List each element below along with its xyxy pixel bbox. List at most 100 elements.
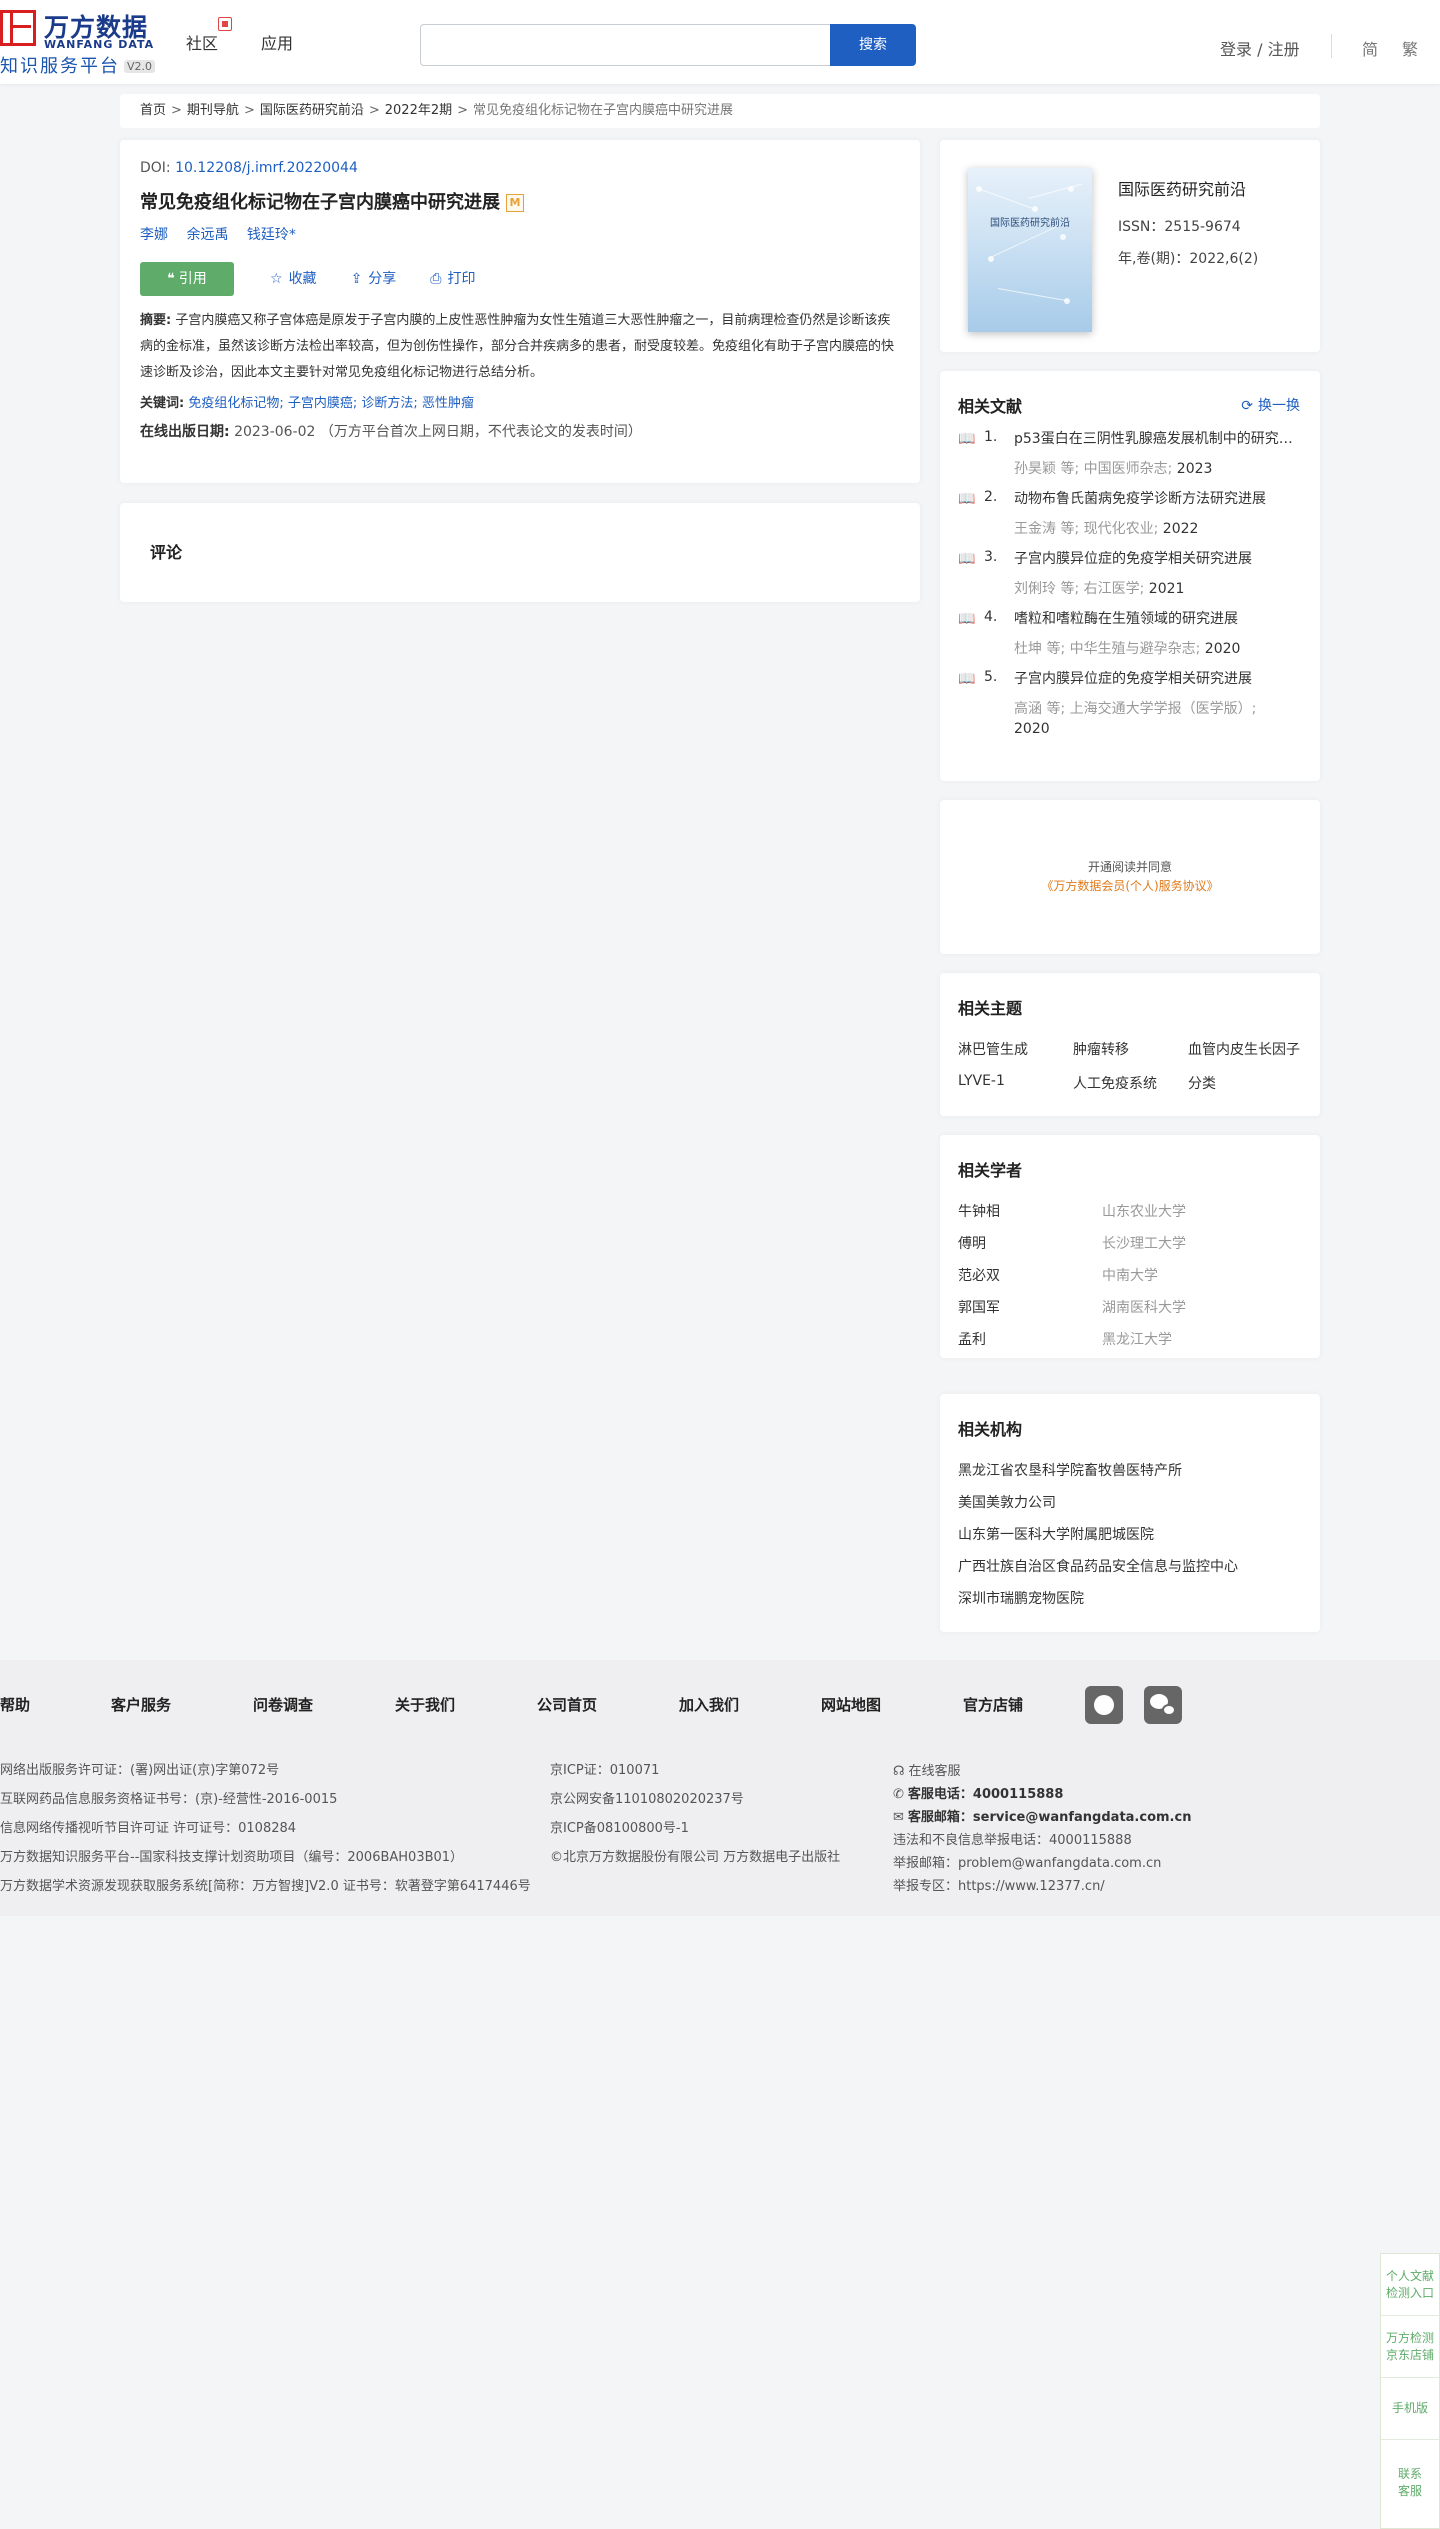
- institution-link[interactable]: 美国美敦力公司: [958, 1492, 1302, 1512]
- institution-link[interactable]: 广西壮族自治区食品药品安全信息与监控中心: [958, 1556, 1302, 1576]
- favorite-label: 收藏: [288, 271, 317, 287]
- institution-link[interactable]: 黑龙江省农垦科学院畜牧兽医特产所: [958, 1460, 1302, 1480]
- scholar-name[interactable]: 傅明: [958, 1233, 986, 1253]
- report-zone[interactable]: 举报专区：https://www.12377.cn/: [893, 1875, 1191, 1898]
- topic-link[interactable]: 人工免疫系统: [1073, 1073, 1188, 1093]
- icp-line[interactable]: 京ICP证：010071: [550, 1756, 840, 1785]
- footer-link-about[interactable]: 关于我们: [395, 1694, 455, 1715]
- header-divider: [1331, 34, 1332, 58]
- search-button[interactable]: 搜索: [830, 24, 916, 66]
- article-card: DOI: 10.12208/j.imrf.20220044 常见免疫组化标记物在…: [120, 140, 920, 483]
- related-year: 2022: [1162, 521, 1199, 537]
- report-phone: 违法和不良信息举报电话：4000115888: [893, 1833, 1132, 1848]
- related-item-title[interactable]: 子宫内膜异位症的免疫学相关研究进展: [1014, 669, 1302, 689]
- float-contact[interactable]: 联系客服: [1381, 2440, 1439, 2526]
- footer-link-survey[interactable]: 问卷调查: [253, 1694, 313, 1715]
- wanfang-logo[interactable]: 万方数据 WANFANG DATA 知识服务平台 V2.0: [0, 6, 160, 77]
- scholar-org[interactable]: 山东农业大学: [1102, 1201, 1186, 1221]
- related-item[interactable]: 📖 4. 嗜粒和嗜粒酶在生殖领域的研究进展 杜坤 等; 中华生殖与避孕杂志; 20…: [958, 609, 1302, 659]
- scholar-org[interactable]: 长沙理工大学: [1102, 1233, 1186, 1253]
- report-email: 举报邮箱：problem@wanfangdata.com.cn: [893, 1856, 1162, 1871]
- institution-link[interactable]: 深圳市瑞鹏宠物医院: [958, 1588, 1302, 1608]
- topic-link[interactable]: 血管内皮生长因子: [1188, 1039, 1303, 1059]
- scholar-name[interactable]: 范必双: [958, 1265, 1000, 1285]
- breadcrumb-journal-nav[interactable]: 期刊导航: [187, 103, 239, 118]
- lang-traditional[interactable]: 繁: [1402, 36, 1418, 60]
- author-link[interactable]: 钱廷玲*: [247, 227, 296, 243]
- topic-link[interactable]: 淋巴管生成: [958, 1039, 1073, 1059]
- weibo-icon[interactable]: [1085, 1686, 1123, 1724]
- icp-line[interactable]: 京公网安备11010802020237号: [550, 1785, 840, 1814]
- email-value[interactable]: service@wanfangdata.com.cn: [973, 1810, 1192, 1825]
- related-item[interactable]: 📖 5. 子宫内膜异位症的免疫学相关研究进展 高涵 等; 上海交通大学学报（医学版…: [958, 669, 1302, 739]
- institution-link[interactable]: 山东第一医科大学附属肥城医院: [958, 1524, 1302, 1544]
- scholar-name[interactable]: 牛钟相: [958, 1201, 1000, 1221]
- share-button[interactable]: ⇪ 分享: [351, 262, 397, 296]
- favorite-button[interactable]: ☆ 收藏: [270, 262, 317, 296]
- refresh-button[interactable]: ⟳ 换一换: [1241, 395, 1300, 415]
- scholar-name[interactable]: 郭国军: [958, 1297, 1000, 1317]
- book-icon: 📖: [958, 431, 976, 447]
- nav-apps[interactable]: 应用: [261, 30, 293, 54]
- related-num: 1.: [984, 429, 998, 445]
- related-scholars: 相关学者 牛钟相 山东农业大学 傅明 长沙理工大学 范必双 中南大学 郭国军 湖南医科大…: [940, 1135, 1320, 1358]
- print-button[interactable]: ⎙ 打印: [430, 262, 475, 296]
- icp-line[interactable]: 京ICP备08100800号-1: [550, 1814, 840, 1843]
- float-check-entry[interactable]: 个人文献检测入口: [1381, 2254, 1439, 2316]
- agreement-link[interactable]: 《万方数据会员(个人)服务协议》: [940, 877, 1320, 894]
- author-link[interactable]: 李娜: [140, 227, 168, 243]
- related-item-meta: 高涵 等; 上海交通大学学报（医学版）; 2020: [1014, 699, 1302, 739]
- related-year: 2021: [1148, 581, 1185, 597]
- scholar-org[interactable]: 黑龙江大学: [1102, 1329, 1172, 1349]
- author-link[interactable]: 余远禹: [186, 227, 228, 243]
- related-item-title[interactable]: 嗜粒和嗜粒酶在生殖领域的研究进展: [1014, 609, 1302, 629]
- footer-link-sitemap[interactable]: 网站地图: [821, 1694, 881, 1715]
- breadcrumb-issue[interactable]: 2022年2期: [385, 103, 452, 118]
- footer-link-help[interactable]: 帮助: [0, 1694, 30, 1715]
- scholar-name[interactable]: 孟利: [958, 1329, 986, 1349]
- related-journal: 现代化农业;: [1083, 521, 1159, 537]
- breadcrumb-home[interactable]: 首页: [140, 103, 166, 118]
- footer-link-join[interactable]: 加入我们: [679, 1694, 739, 1715]
- topic-link[interactable]: LYVE-1: [958, 1073, 1073, 1093]
- search-input[interactable]: [420, 24, 830, 66]
- footer-link-company[interactable]: 公司首页: [537, 1694, 597, 1715]
- footer-link-service[interactable]: 客户服务: [111, 1694, 171, 1715]
- wechat-icon[interactable]: [1144, 1686, 1182, 1724]
- keyword-link[interactable]: 诊断方法;: [361, 396, 417, 411]
- topic-link[interactable]: 分类: [1188, 1073, 1303, 1093]
- journal-cover[interactable]: 国际医药研究前沿: [968, 168, 1092, 332]
- related-item[interactable]: 📖 2. 动物布鲁氏菌病免疫学诊断方法研究进展 王金涛 等; 现代化农业; 202…: [958, 489, 1302, 539]
- topic-link[interactable]: 肿瘤转移: [1073, 1039, 1188, 1059]
- scholar-org[interactable]: 湖南医科大学: [1102, 1297, 1186, 1317]
- nav-community[interactable]: 社区: [186, 30, 218, 54]
- related-num: 2.: [984, 489, 998, 505]
- footer-link-store[interactable]: 官方店铺: [963, 1694, 1023, 1715]
- journal-name[interactable]: 国际医药研究前沿: [1118, 176, 1246, 200]
- float-mobile[interactable]: 手机版: [1381, 2378, 1439, 2440]
- doi-link[interactable]: 10.12208/j.imrf.20220044: [175, 160, 358, 176]
- related-item-title[interactable]: 子宫内膜异位症的免疫学相关研究进展: [1014, 549, 1302, 569]
- related-item[interactable]: 📖 1. p53蛋白在三阴性乳腺癌发展机制中的研究进展 孙昊颖 等; 中国医师杂志…: [958, 429, 1302, 479]
- phone-icon: ✆: [893, 1787, 904, 1802]
- float-jd-store[interactable]: 万方检测京东店铺: [1381, 2316, 1439, 2378]
- share-icon: ⇪: [350, 271, 363, 287]
- keyword-link[interactable]: 恶性肿瘤: [422, 396, 474, 411]
- cite-button[interactable]: ❝ 引用: [140, 262, 234, 296]
- related-item-title[interactable]: 动物布鲁氏菌病免疫学诊断方法研究进展: [1014, 489, 1302, 509]
- pubdate-value: 2023-06-02: [234, 424, 316, 440]
- keyword-link[interactable]: 免疫组化标记物;: [188, 396, 283, 411]
- notice-text: 开通阅读并同意: [1087, 860, 1172, 874]
- book-icon: 📖: [958, 611, 976, 627]
- related-item-title[interactable]: p53蛋白在三阴性乳腺癌发展机制中的研究进展: [1014, 429, 1302, 449]
- related-item[interactable]: 📖 3. 子宫内膜异位症的免疫学相关研究进展 刘俐玲 等; 右江医学; 2021: [958, 549, 1302, 599]
- share-label: 分享: [368, 271, 397, 287]
- book-icon: 📖: [958, 551, 976, 567]
- login-register-link[interactable]: 登录 / 注册: [1220, 36, 1300, 60]
- license-line: 信息网络传播视听节目许可证 许可证号：0108284: [0, 1821, 297, 1836]
- online-service-link[interactable]: ☊ 在线客服: [893, 1760, 1191, 1783]
- breadcrumb-journal[interactable]: 国际医药研究前沿: [260, 103, 364, 118]
- keyword-link[interactable]: 子宫内膜癌;: [288, 396, 357, 411]
- scholar-org[interactable]: 中南大学: [1102, 1265, 1158, 1285]
- lang-simplified[interactable]: 简: [1362, 36, 1378, 60]
